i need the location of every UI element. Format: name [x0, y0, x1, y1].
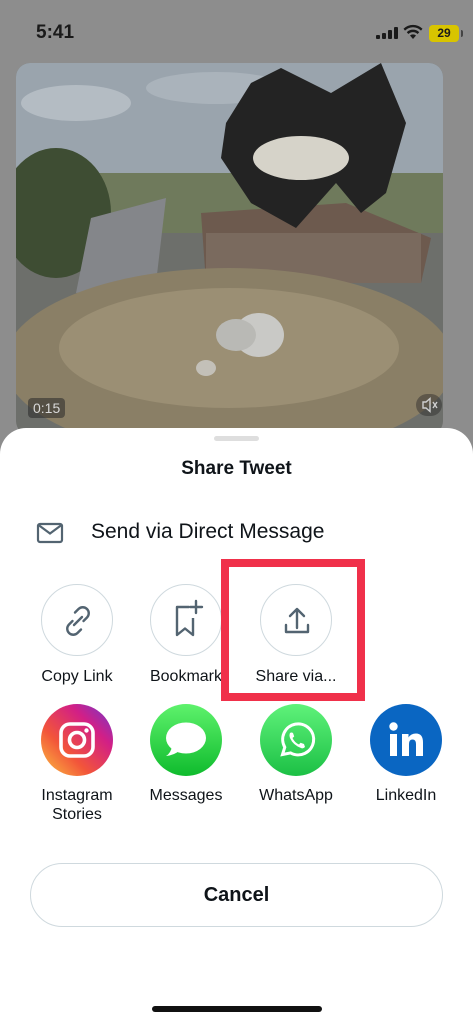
instagram-icon	[41, 704, 113, 776]
whatsapp-icon	[260, 704, 332, 776]
send-via-direct-message-button[interactable]: Send via Direct Message	[20, 510, 453, 556]
wifi-icon	[403, 24, 423, 40]
tweet-video[interactable]	[16, 63, 443, 435]
copy-link-button[interactable]: Copy Link	[27, 584, 127, 694]
speaker-mute-icon[interactable]	[416, 394, 442, 416]
status-bar: 5:41 29	[0, 0, 473, 62]
whatsapp-label: WhatsApp	[259, 787, 333, 804]
messages-icon	[150, 704, 222, 776]
sheet-title: Share Tweet	[181, 458, 292, 479]
cellular-signal-icon	[376, 27, 398, 39]
bookmark-add-icon	[150, 584, 222, 656]
share-via-highlight-box	[221, 559, 365, 701]
video-frame-image	[16, 63, 443, 435]
sheet-grabber[interactable]	[214, 436, 259, 441]
messages-button[interactable]: Messages	[136, 704, 236, 824]
link-icon	[41, 584, 113, 656]
instagram-stories-button[interactable]: Instagram Stories	[27, 704, 127, 824]
video-duration-badge: 0:15	[28, 398, 66, 418]
copy-link-label: Copy Link	[41, 668, 113, 685]
linkedin-button[interactable]: LinkedIn	[356, 704, 456, 824]
status-time: 5:41	[36, 22, 75, 43]
share-sheet: Share Tweet Send via Direct Message Copy…	[0, 428, 473, 1023]
battery-icon: 29	[429, 25, 463, 42]
home-indicator[interactable]	[152, 1006, 322, 1012]
linkedin-label: LinkedIn	[375, 787, 437, 804]
whatsapp-button[interactable]: WhatsApp	[246, 704, 346, 824]
instagram-stories-label: Instagram Stories	[41, 787, 113, 823]
messages-label: Messages	[149, 787, 223, 804]
cancel-button[interactable]: Cancel	[30, 863, 443, 927]
linkedin-icon	[370, 704, 442, 776]
mail-icon	[36, 522, 64, 544]
direct-message-label: Send via Direct Message	[91, 520, 325, 543]
